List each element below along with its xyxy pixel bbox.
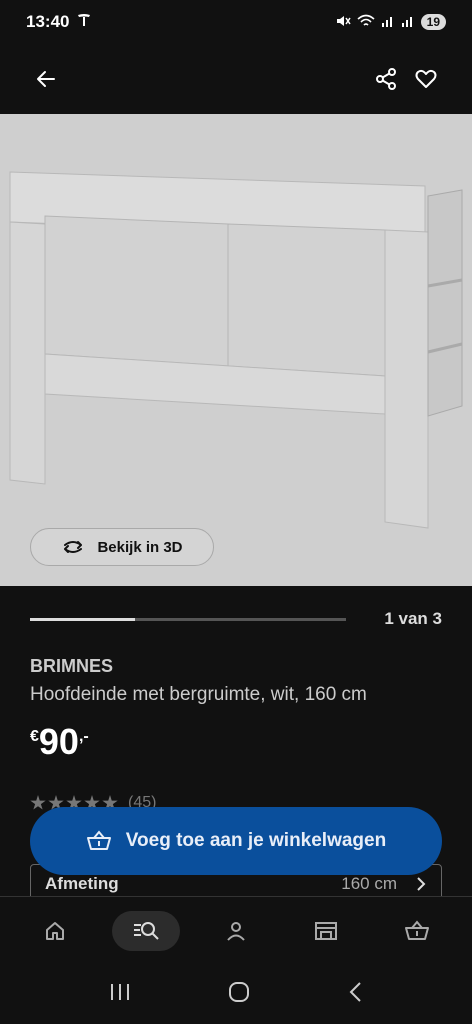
mute-icon: [335, 14, 351, 31]
add-to-cart-label: Voeg toe aan je winkelwagen: [125, 830, 387, 851]
gallery-progress-text: 1 van 3: [384, 609, 442, 628]
nav-store[interactable]: [292, 911, 360, 951]
share-button[interactable]: [366, 59, 406, 99]
nav-search[interactable]: [111, 910, 180, 951]
signal-icon-2: [401, 14, 415, 31]
nav-home[interactable]: [21, 911, 89, 951]
tesla-icon: [77, 12, 91, 32]
home-icon: [46, 921, 65, 940]
status-bar: 13:40 19: [0, 0, 472, 44]
back-button[interactable]: [26, 59, 66, 99]
view-3d-button[interactable]: Bekijk in 3D: [30, 528, 214, 566]
chevron-right-icon: [417, 877, 426, 891]
gallery-progress: 1 van 3: [30, 606, 442, 632]
gallery-progress-fill: [30, 617, 136, 621]
home-circle-icon: [228, 981, 249, 1002]
app-bar: [0, 44, 472, 114]
status-time: 13:40: [26, 12, 70, 31]
wifi-icon: [357, 14, 375, 31]
back-system-button[interactable]: [347, 981, 363, 1008]
view-3d-label: Bekijk in 3D: [97, 538, 183, 556]
price-decimals: ,-: [78, 728, 89, 745]
battery-level: 19: [420, 14, 446, 30]
price-amount: 90: [38, 721, 79, 762]
headboard-illustration: [9, 171, 463, 529]
product-price: € 90 ,-: [30, 722, 89, 762]
chevron-left-icon: [349, 981, 362, 1002]
arrow-left-icon: [37, 71, 55, 87]
basket-icon: [86, 830, 111, 850]
nav-account[interactable]: [202, 911, 270, 951]
star-icon: [30, 795, 46, 810]
recents-icon: [110, 983, 129, 1000]
account-icon: [227, 921, 245, 941]
nav-cart[interactable]: [383, 911, 451, 951]
bottom-nav: [0, 896, 472, 964]
store-icon: [315, 921, 338, 940]
search-icon: [133, 921, 159, 940]
favorite-button[interactable]: [406, 59, 446, 99]
product-brand: BRIMNES: [30, 656, 114, 676]
signal-icon-1: [381, 14, 395, 31]
gallery-progress-track: [30, 617, 346, 621]
share-icon: [376, 68, 396, 90]
product-description: Hoofdeinde met bergruimte, wit, 160 cm: [30, 684, 367, 705]
home-system-button[interactable]: [228, 981, 250, 1008]
status-icons: 19: [335, 14, 446, 31]
size-label: Afmeting: [45, 874, 119, 893]
product-image[interactable]: Bekijk in 3D: [0, 114, 472, 586]
system-nav-bar: [0, 964, 472, 1024]
cart-icon: [404, 919, 429, 940]
size-value: 160 cm: [341, 874, 397, 893]
add-to-cart-button[interactable]: Voeg toe aan je winkelwagen: [30, 807, 442, 875]
heart-icon: [415, 69, 437, 88]
recents-button[interactable]: [109, 982, 131, 1007]
rotate-3d-icon: [64, 541, 83, 553]
price-currency: €: [30, 728, 39, 745]
